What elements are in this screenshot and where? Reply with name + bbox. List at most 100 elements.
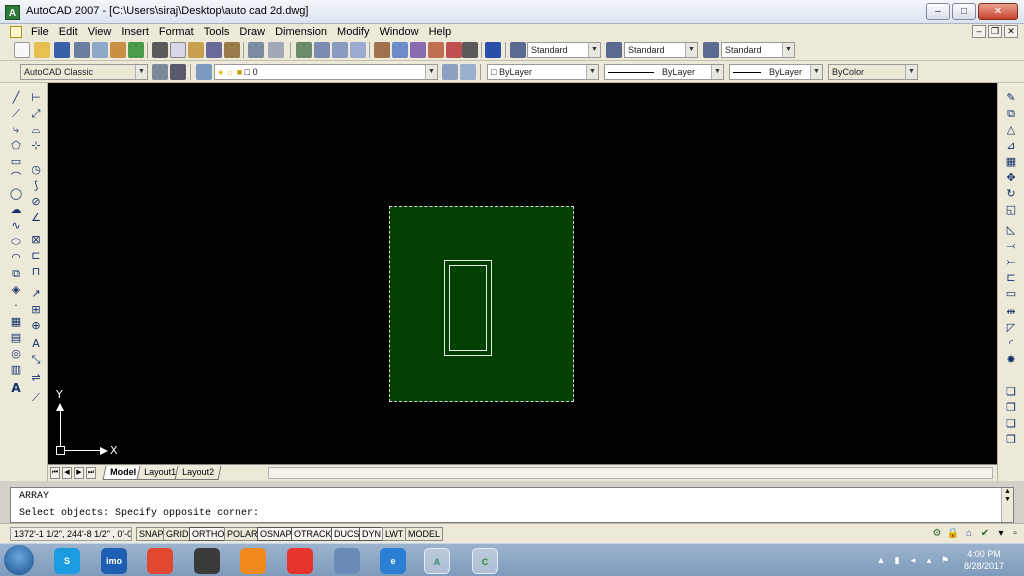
send-under-icon[interactable]: ❐: [1004, 433, 1018, 447]
make-object-layer-current-icon[interactable]: [442, 64, 458, 80]
otrack-toggle[interactable]: OTRACK: [291, 527, 335, 541]
coordinates-display[interactable]: 1372'-1 1/2", 244'-8 1/2" , 0'-0": [10, 527, 132, 541]
circle-icon[interactable]: ◯: [9, 187, 23, 201]
region-icon[interactable]: ◎: [9, 347, 23, 361]
osnap-toggle[interactable]: OSNAP: [257, 527, 295, 541]
my-workspace-icon[interactable]: [170, 64, 186, 80]
undo-icon[interactable]: [248, 42, 264, 58]
menu-draw[interactable]: Draw: [234, 24, 270, 40]
plot-style-control-dropdown[interactable]: ByColor ▼: [828, 64, 918, 80]
camtasia-taskbar-icon[interactable]: C: [472, 548, 498, 574]
workspace-dropdown[interactable]: AutoCAD Classic ▼: [20, 64, 148, 80]
jogged-dimension-icon[interactable]: ⟆: [29, 179, 43, 193]
match-properties-icon[interactable]: [206, 42, 222, 58]
first-layout-button[interactable]: ⏮: [50, 467, 60, 479]
zoom-window-icon[interactable]: [332, 42, 348, 58]
grid-toggle[interactable]: GRID: [163, 527, 192, 541]
internet-explorer-taskbar-icon[interactable]: e: [380, 548, 406, 574]
imo-taskbar-icon[interactable]: imo: [101, 548, 127, 574]
chamfer-icon[interactable]: ◸: [1004, 321, 1018, 335]
communication-center-icon[interactable]: ⚙: [930, 527, 944, 541]
ordinate-dimension-icon[interactable]: ⊹: [29, 139, 43, 153]
gradient-icon[interactable]: ▤: [9, 331, 23, 345]
model-toggle[interactable]: MODEL: [405, 527, 444, 541]
drawing-area[interactable]: X Y: [48, 83, 997, 464]
insert-block-icon[interactable]: ⧉: [9, 267, 23, 281]
mirror-icon[interactable]: △: [1004, 123, 1018, 137]
dimension-update-icon[interactable]: ⇌: [29, 371, 43, 385]
minimize-button[interactable]: –: [926, 3, 950, 20]
polygon-icon[interactable]: ⬠: [9, 139, 23, 153]
menu-tools[interactable]: Tools: [199, 24, 235, 40]
line-icon[interactable]: ╱: [9, 91, 23, 105]
stretch-icon[interactable]: ◺: [1004, 223, 1018, 237]
block-editor-icon[interactable]: [224, 42, 240, 58]
offset-icon[interactable]: ⊿: [1004, 139, 1018, 153]
battery-icon[interactable]: ▮: [892, 555, 902, 565]
status-menu-arrow-icon[interactable]: ▾: [994, 527, 1008, 541]
move-icon[interactable]: ✥: [1004, 171, 1018, 185]
table-style-dropdown[interactable]: Standard ▼: [721, 42, 795, 58]
skype-taskbar-icon[interactable]: S: [54, 548, 80, 574]
help-icon[interactable]: [485, 42, 501, 58]
menu-dimension[interactable]: Dimension: [270, 24, 332, 40]
tab-layout2[interactable]: Layout2: [174, 466, 222, 480]
pan-icon[interactable]: [296, 42, 312, 58]
quick-leader-icon[interactable]: ↗: [29, 287, 43, 301]
redo-icon[interactable]: [268, 42, 284, 58]
menu-help[interactable]: Help: [424, 24, 457, 40]
bring-to-front-icon[interactable]: ❏: [1004, 385, 1018, 399]
paste-icon[interactable]: [188, 42, 204, 58]
copy-icon[interactable]: [170, 42, 186, 58]
layer-manager-icon[interactable]: [196, 64, 212, 80]
arc-icon[interactable]: ⌒: [9, 171, 23, 185]
polyline-icon[interactable]: ⤷: [9, 123, 23, 137]
design-center-icon[interactable]: [392, 42, 408, 58]
markup-icon[interactable]: [446, 42, 462, 58]
zoom-previous-icon[interactable]: [350, 42, 366, 58]
rectangle-inner-outline[interactable]: [449, 265, 487, 351]
dyn-toggle[interactable]: DYN: [359, 527, 385, 541]
linetype-control-dropdown[interactable]: ByLayer ▼: [604, 64, 724, 80]
ducs-toggle[interactable]: DUCS: [331, 527, 363, 541]
sheet-set-icon[interactable]: [428, 42, 444, 58]
table-icon[interactable]: ▥: [9, 363, 23, 377]
toolbar-lock-icon[interactable]: 🔒: [946, 527, 960, 541]
action-center-flag-icon[interactable]: ⚑: [940, 555, 950, 565]
array-icon[interactable]: ▦: [1004, 155, 1018, 169]
continue-dimension-icon[interactable]: ⊓: [29, 265, 43, 279]
center-mark-icon[interactable]: ⊕: [29, 319, 43, 333]
new-icon[interactable]: [14, 42, 30, 58]
make-block-icon[interactable]: ◈: [9, 283, 23, 297]
color-control-dropdown[interactable]: □ ByLayer ▼: [487, 64, 599, 80]
copy-object-icon[interactable]: ⧉: [1004, 107, 1018, 121]
doc-close-button[interactable]: ✕: [1004, 25, 1018, 38]
cut-icon[interactable]: [152, 42, 168, 58]
diameter-dimension-icon[interactable]: ⊘: [29, 195, 43, 209]
dimension-style-icon[interactable]: [606, 42, 622, 58]
drawing-status-icon[interactable]: ⌂: [962, 527, 976, 541]
publish-icon[interactable]: [110, 42, 126, 58]
document-icon[interactable]: [10, 26, 22, 38]
construction-line-icon[interactable]: ⟋: [9, 107, 23, 121]
open-icon[interactable]: [34, 42, 50, 58]
workspace-settings-icon[interactable]: [152, 64, 168, 80]
ellipse-icon[interactable]: ⬭: [9, 235, 23, 249]
extend-icon[interactable]: ⤚: [1004, 255, 1018, 269]
autocad-app-icon[interactable]: A: [5, 5, 20, 20]
text-style-dropdown[interactable]: Standard ▼: [527, 42, 601, 58]
volume-icon[interactable]: ◂: [908, 555, 918, 565]
menu-view[interactable]: View: [83, 24, 117, 40]
tolerance-icon[interactable]: ⊞: [29, 303, 43, 317]
linear-dimension-icon[interactable]: ⊢: [29, 91, 43, 105]
previous-layout-button[interactable]: ◀: [62, 467, 72, 479]
close-button[interactable]: ✕: [978, 3, 1018, 20]
table-style-icon[interactable]: [703, 42, 719, 58]
revision-cloud-icon[interactable]: ☁: [9, 203, 23, 217]
menu-file[interactable]: File: [26, 24, 54, 40]
plot-preview-icon[interactable]: [92, 42, 108, 58]
scale-icon[interactable]: ◱: [1004, 203, 1018, 217]
downloader-taskbar-icon[interactable]: [287, 548, 313, 574]
3d-dwf-icon[interactable]: [128, 42, 144, 58]
uc-browser-taskbar-icon[interactable]: [240, 548, 266, 574]
